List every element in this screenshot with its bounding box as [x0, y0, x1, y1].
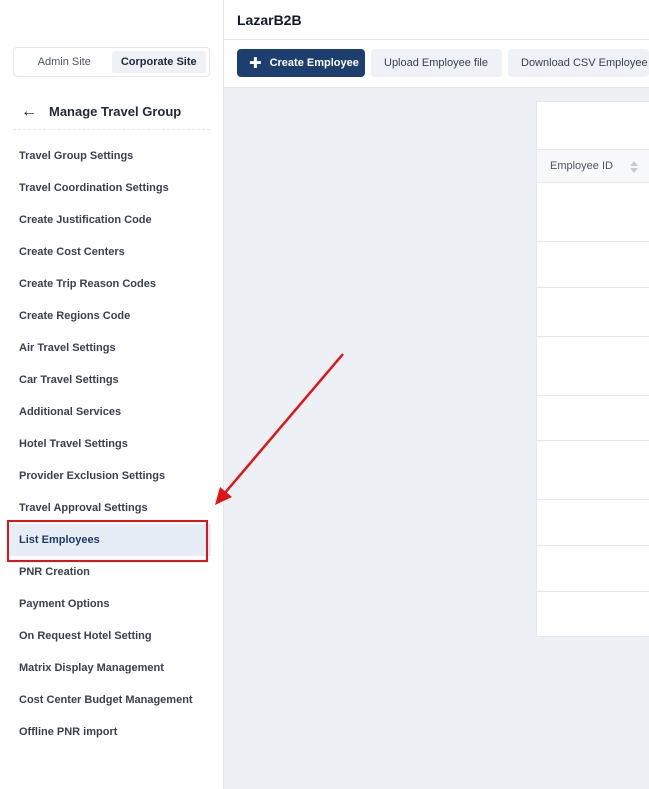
table-header: Employee ID: [537, 149, 649, 183]
download-csv-button[interactable]: Download CSV Employee Da: [508, 49, 649, 77]
brand-title: LazarB2B: [237, 11, 302, 28]
sidebar-item-additional-services[interactable]: Additional Services: [0, 396, 224, 428]
sidebar-menu: Travel Group Settings Travel Coordinatio…: [0, 140, 224, 748]
upload-employee-file-button[interactable]: Upload Employee file: [371, 49, 502, 77]
sidebar-item-travel-group-settings[interactable]: Travel Group Settings: [0, 140, 224, 172]
sidebar-item-hotel-travel-settings[interactable]: Hotel Travel Settings: [0, 428, 224, 460]
app-window: Admin Site Corporate Site ← Manage Trave…: [0, 0, 649, 789]
table-row[interactable]: [537, 242, 649, 288]
sidebar-item-offline-pnr-import[interactable]: Offline PNR import: [0, 716, 224, 748]
sidebar-item-create-justification-code[interactable]: Create Justification Code: [0, 204, 224, 236]
sidebar-title: Manage Travel Group: [49, 104, 182, 119]
column-header-employee-id[interactable]: Employee ID: [550, 160, 613, 172]
table-row[interactable]: [537, 546, 649, 592]
sidebar-item-travel-approval-settings[interactable]: Travel Approval Settings: [0, 492, 224, 524]
sidebar-item-car-travel-settings[interactable]: Car Travel Settings: [0, 364, 224, 396]
table-row[interactable]: [537, 500, 649, 546]
sidebar-item-on-request-hotel-setting[interactable]: On Request Hotel Setting: [0, 620, 224, 652]
back-row: ← Manage Travel Group: [13, 94, 210, 130]
create-employee-label: Create Employee: [269, 57, 359, 69]
tab-admin-site[interactable]: Admin Site: [17, 51, 112, 73]
sidebar-item-travel-coordination-settings[interactable]: Travel Coordination Settings: [0, 172, 224, 204]
sidebar-item-provider-exclusion-settings[interactable]: Provider Exclusion Settings: [0, 460, 224, 492]
top-header: LazarB2B: [224, 0, 649, 40]
table-row[interactable]: [537, 441, 649, 500]
sidebar-item-air-travel-settings[interactable]: Air Travel Settings: [0, 332, 224, 364]
sidebar: Admin Site Corporate Site ← Manage Trave…: [0, 0, 224, 789]
main-content: Employee ID: [224, 88, 649, 789]
sidebar-item-matrix-display-management[interactable]: Matrix Display Management: [0, 652, 224, 684]
sidebar-item-create-cost-centers[interactable]: Create Cost Centers: [0, 236, 224, 268]
sidebar-item-pnr-creation[interactable]: PNR Creation: [0, 556, 224, 588]
sidebar-item-create-trip-reason-codes[interactable]: Create Trip Reason Codes: [0, 268, 224, 300]
table-row[interactable]: [537, 396, 649, 441]
table-row[interactable]: [537, 337, 649, 396]
plus-icon: ✚: [249, 54, 262, 72]
sidebar-item-create-regions-code[interactable]: Create Regions Code: [0, 300, 224, 332]
table-row[interactable]: [537, 288, 649, 337]
toolbar: ✚ Create Employee Upload Employee file D…: [224, 40, 649, 88]
employee-table: Employee ID: [536, 101, 649, 637]
sidebar-item-payment-options[interactable]: Payment Options: [0, 588, 224, 620]
sort-icon[interactable]: [629, 160, 639, 174]
back-arrow-icon[interactable]: ←: [13, 103, 37, 121]
sidebar-item-list-employees[interactable]: List Employees: [9, 524, 211, 556]
table-row[interactable]: [537, 183, 649, 242]
sidebar-item-cost-center-budget-management[interactable]: Cost Center Budget Management: [0, 684, 224, 716]
create-employee-button[interactable]: ✚ Create Employee: [237, 49, 365, 77]
tab-corporate-site[interactable]: Corporate Site: [111, 51, 206, 73]
site-switch: Admin Site Corporate Site: [13, 47, 210, 77]
